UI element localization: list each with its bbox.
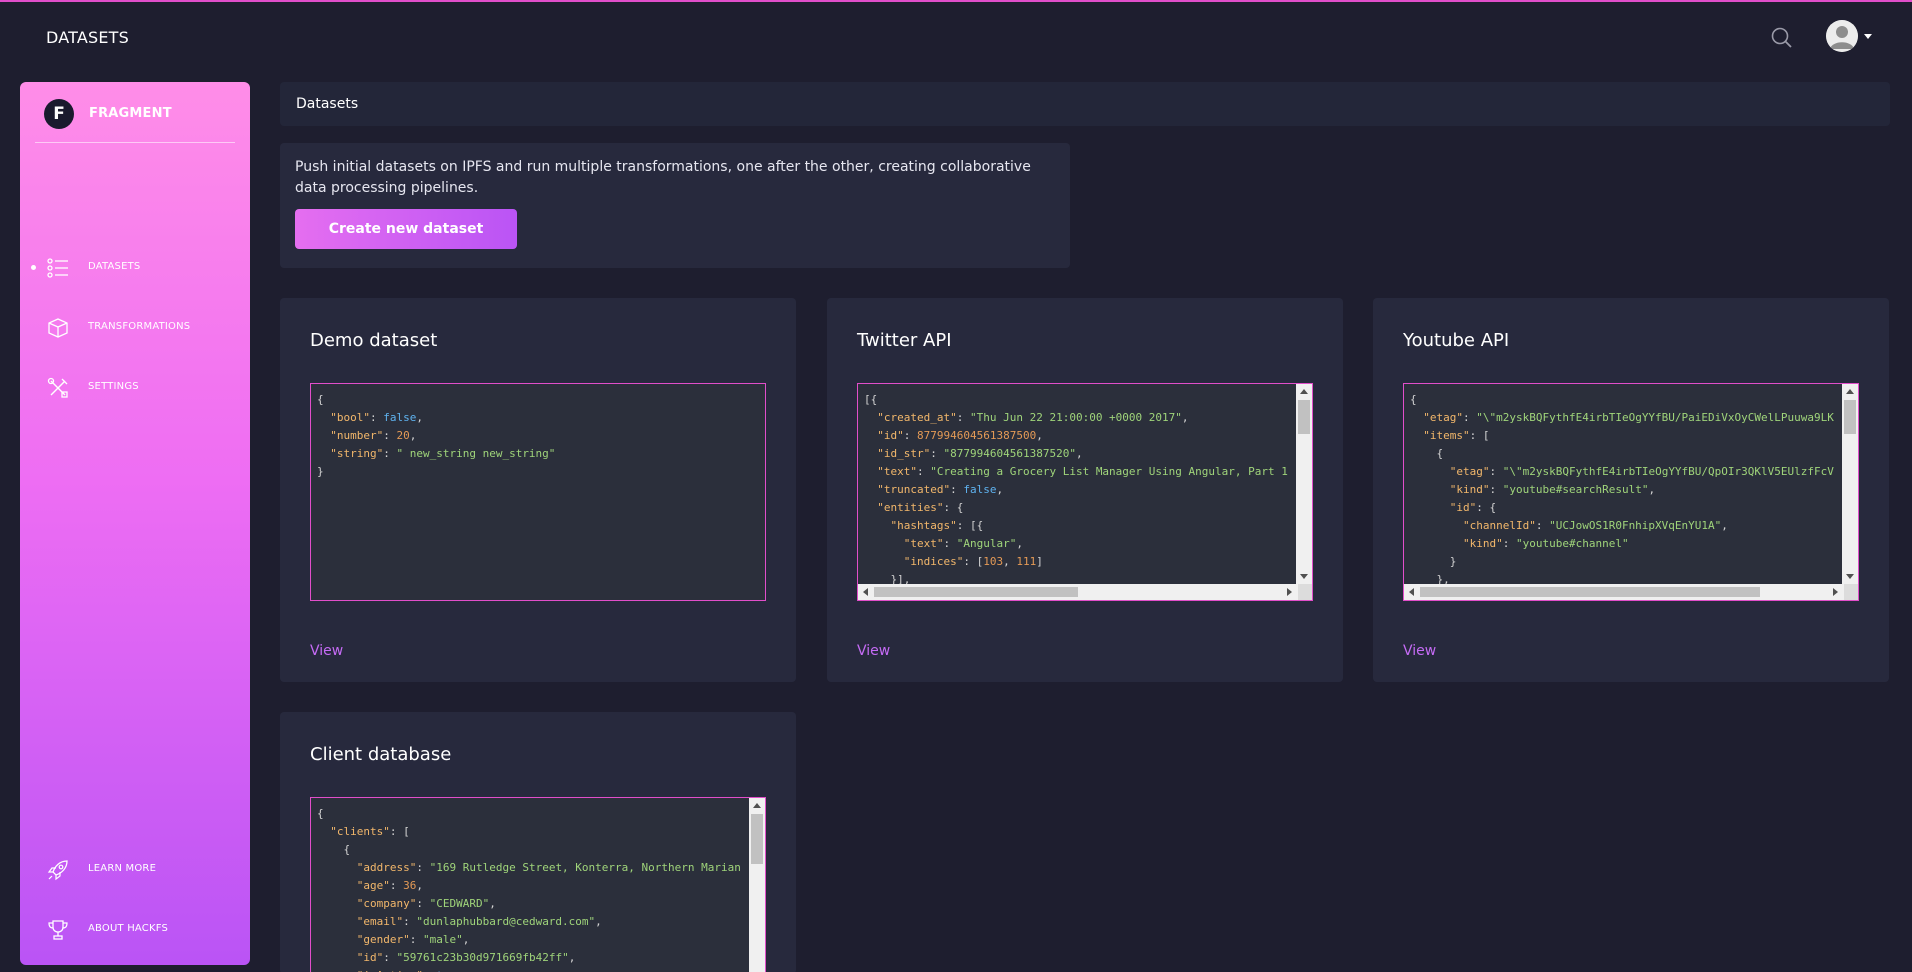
vertical-scrollbar[interactable] (1296, 384, 1312, 584)
scroll-up-icon (1846, 389, 1854, 394)
sidebar-item-label: LEARN MORE (88, 863, 157, 874)
scroll-right-icon (1833, 588, 1838, 596)
avatar (1826, 20, 1858, 52)
view-link[interactable]: View (1403, 643, 1436, 659)
scrollbar-thumb[interactable] (1420, 587, 1760, 597)
sidebar-item-learn-more[interactable]: LEARN MORE (20, 854, 250, 886)
dataset-title: Client database (310, 744, 452, 765)
logo-icon: F (44, 99, 74, 129)
horizontal-scrollbar[interactable] (858, 584, 1312, 600)
json-preview[interactable]: { "clients": [ { "address": "169 Rutledg… (310, 797, 766, 972)
sidebar-item-about-hackfs[interactable]: ABOUT HACKFS (20, 914, 250, 946)
json-code: { "clients": [ { "address": "169 Rutledg… (317, 807, 741, 972)
divider (35, 142, 235, 143)
horizontal-scrollbar[interactable] (1404, 584, 1858, 600)
json-code: { "etag": "\"m2yskBQFythfE4irbTIeOgYYfBU… (1410, 393, 1834, 586)
scrollbar-thumb[interactable] (1298, 400, 1310, 434)
breadcrumb-title: Datasets (296, 96, 359, 112)
scroll-left-icon (863, 588, 868, 596)
sidebar-item-label: SETTINGS (88, 381, 139, 392)
dataset-card-youtube: Youtube API { "etag": "\"m2yskBQFythfE4i… (1373, 298, 1889, 682)
scroll-left-icon (1409, 588, 1414, 596)
sidebar-item-transformations[interactable]: TRANSFORMATIONS (20, 312, 250, 344)
sidebar-item-datasets[interactable]: DATASETS (20, 252, 250, 284)
vertical-scrollbar[interactable] (1842, 384, 1858, 584)
intro-text: Push initial datasets on IPFS and run mu… (295, 159, 1031, 196)
sidebar-item-label: ABOUT HACKFS (88, 923, 169, 934)
dataset-title: Twitter API (857, 330, 952, 351)
dataset-card-demo: Demo dataset { "bool": false, "number": … (280, 298, 796, 682)
view-link[interactable]: View (857, 643, 890, 659)
list-icon (47, 257, 69, 279)
json-preview[interactable]: { "bool": false, "number": 20, "string":… (310, 383, 766, 601)
dataset-title: Youtube API (1403, 330, 1510, 351)
cube-icon (47, 317, 69, 339)
tools-icon (47, 377, 69, 399)
sidebar-logo[interactable]: F FRAGMENT (44, 99, 234, 129)
view-link[interactable]: View (310, 643, 343, 659)
dataset-card-clients: Client database { "clients": [ { "addres… (280, 712, 796, 972)
sidebar-item-label: DATASETS (88, 261, 141, 272)
sidebar-item-label: TRANSFORMATIONS (88, 321, 191, 332)
dataset-card-twitter: Twitter API [{ "created_at": "Thu Jun 22… (827, 298, 1343, 682)
json-preview[interactable]: [{ "created_at": "Thu Jun 22 21:00:00 +0… (857, 383, 1313, 601)
rocket-icon (47, 859, 69, 881)
vertical-scrollbar[interactable] (749, 798, 765, 972)
scroll-down-icon (1846, 574, 1854, 579)
sidebar: F FRAGMENT DATASETS TRANSFORMATIONS SETT… (20, 82, 250, 965)
intro-card: Push initial datasets on IPFS and run mu… (280, 143, 1070, 268)
breadcrumb: Datasets (280, 82, 1890, 126)
logo-text: FRAGMENT (89, 106, 172, 121)
scroll-up-icon (1300, 389, 1308, 394)
trophy-icon (47, 919, 69, 941)
scrollbar-corner (1298, 584, 1312, 600)
json-code: { "bool": false, "number": 20, "string":… (317, 393, 556, 478)
create-dataset-button[interactable]: Create new dataset (295, 209, 517, 249)
sidebar-item-settings[interactable]: SETTINGS (20, 372, 250, 404)
scrollbar-thumb[interactable] (874, 587, 1078, 597)
active-indicator (31, 265, 36, 270)
json-code: [{ "created_at": "Thu Jun 22 21:00:00 +0… (864, 393, 1288, 586)
scrollbar-thumb[interactable] (751, 814, 763, 864)
scrollbar-corner (1844, 584, 1858, 600)
search-icon[interactable] (1769, 25, 1795, 51)
chevron-down-icon (1864, 34, 1872, 39)
top-navbar: DATASETS (0, 2, 1912, 72)
dataset-title: Demo dataset (310, 330, 438, 351)
scroll-up-icon (753, 803, 761, 808)
scroll-down-icon (1300, 574, 1308, 579)
page-title: DATASETS (46, 28, 130, 47)
scroll-right-icon (1287, 588, 1292, 596)
scrollbar-thumb[interactable] (1844, 400, 1856, 434)
user-menu[interactable] (1826, 20, 1876, 54)
json-preview[interactable]: { "etag": "\"m2yskBQFythfE4irbTIeOgYYfBU… (1403, 383, 1859, 601)
